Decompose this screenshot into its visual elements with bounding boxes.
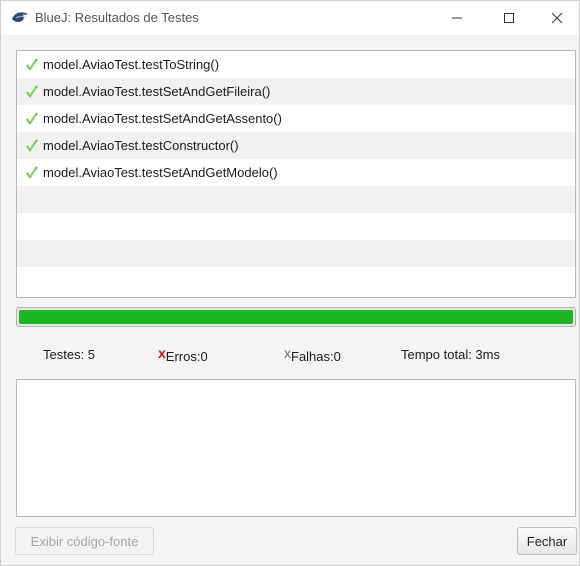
- test-name: model.AviaoTest.testConstructor(): [43, 138, 239, 153]
- test-name: model.AviaoTest.testToString(): [43, 57, 220, 72]
- empty-row: [17, 267, 575, 294]
- minimize-icon: [452, 17, 462, 19]
- stats-bar: Testes: 5 xErros:0 xFalhas:0 Tempo total…: [1, 343, 580, 365]
- errors-count: xErros:0: [158, 345, 208, 364]
- pass-check-icon: [26, 138, 38, 152]
- close-icon: [551, 12, 563, 24]
- close-window-button[interactable]: [534, 1, 580, 35]
- close-button[interactable]: Fechar: [517, 527, 577, 555]
- title-bar: BlueJ: Resultados de Testes: [1, 1, 579, 35]
- show-source-button[interactable]: Exibir código-fonte: [15, 527, 154, 555]
- error-x-icon: x: [158, 345, 166, 361]
- window-title: BlueJ: Resultados de Testes: [35, 10, 199, 25]
- maximize-icon: [504, 13, 514, 23]
- pass-check-icon: [26, 165, 38, 179]
- pass-check-icon: [26, 84, 38, 98]
- maximize-button[interactable]: [486, 1, 532, 35]
- minimize-button[interactable]: [434, 1, 480, 35]
- empty-row: [17, 186, 575, 213]
- list-item[interactable]: model.AviaoTest.testSetAndGetAssento(): [17, 105, 575, 132]
- test-results-list[interactable]: model.AviaoTest.testToString() model.Avi…: [16, 50, 576, 298]
- failures-count: xFalhas:0: [284, 345, 341, 364]
- test-name: model.AviaoTest.testSetAndGetModelo(): [43, 165, 278, 180]
- test-results-window: BlueJ: Resultados de Testes model.AviaoT: [0, 0, 580, 566]
- total-time: Tempo total: 3ms: [401, 347, 500, 362]
- list-item[interactable]: model.AviaoTest.testConstructor(): [17, 132, 575, 159]
- failures-label: Falhas:0: [291, 349, 341, 364]
- errors-label: Erros:0: [165, 349, 208, 364]
- test-progress-bar: [16, 307, 576, 327]
- failure-details-panel[interactable]: [16, 379, 576, 517]
- test-name: model.AviaoTest.testSetAndGetFileira(): [43, 84, 271, 99]
- list-item[interactable]: model.AviaoTest.testSetAndGetFileira(): [17, 78, 575, 105]
- list-item[interactable]: model.AviaoTest.testToString(): [17, 51, 575, 78]
- progress-fill: [19, 310, 573, 324]
- test-name: model.AviaoTest.testSetAndGetAssento(): [43, 111, 282, 126]
- pass-check-icon: [26, 57, 38, 71]
- empty-row: [17, 240, 575, 267]
- tests-count: Testes: 5: [43, 347, 96, 362]
- pass-check-icon: [26, 111, 38, 125]
- empty-row: [17, 213, 575, 240]
- list-item[interactable]: model.AviaoTest.testSetAndGetModelo(): [17, 159, 575, 186]
- bluej-bird-icon: [12, 12, 28, 22]
- failure-x-icon: x: [284, 345, 291, 361]
